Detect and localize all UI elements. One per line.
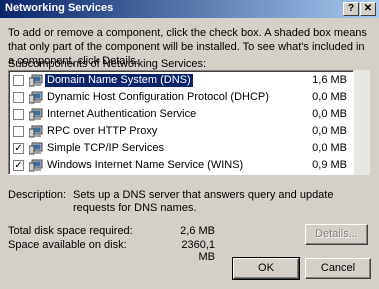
available-disk-value: 2360,1 MB — [181, 239, 215, 263]
available-disk-label: Space available on disk: — [8, 239, 127, 251]
network-component-icon — [28, 159, 43, 172]
network-component-icon — [28, 125, 43, 138]
network-component-icon — [28, 108, 43, 121]
network-component-icon — [28, 74, 43, 87]
component-name: RPC over HTTP Proxy — [47, 125, 158, 137]
component-name: Domain Name System (DNS) — [45, 74, 193, 87]
component-checkbox[interactable] — [13, 109, 24, 120]
component-checkbox[interactable] — [13, 75, 24, 86]
total-disk-value: 2,6 MB — [180, 225, 215, 237]
network-component-icon — [28, 142, 43, 155]
component-checkbox[interactable]: ✓ — [13, 160, 24, 171]
component-name: Dynamic Host Configuration Protocol (DHC… — [47, 91, 269, 103]
component-checkbox[interactable] — [13, 126, 24, 137]
subcomponents-list[interactable]: Domain Name System (DNS) 1,6 MB Dynamic Ho… — [8, 70, 354, 175]
help-button[interactable]: ? — [343, 2, 359, 16]
title-bar[interactable]: Networking Services ? ✕ — [0, 0, 379, 18]
close-button[interactable]: ✕ — [360, 2, 376, 16]
component-checkbox[interactable]: ✓ — [13, 143, 24, 154]
component-checkbox[interactable] — [13, 92, 24, 103]
total-disk-label: Total disk space required: — [8, 225, 133, 237]
component-name: Simple TCP/IP Services — [47, 142, 164, 154]
details-button[interactable]: Details... — [305, 224, 368, 245]
component-size: 0,0 MB — [312, 108, 347, 120]
component-row[interactable]: Domain Name System (DNS) 1,6 MB — [11, 73, 351, 89]
ok-button[interactable]: OK — [232, 257, 300, 280]
cancel-button[interactable]: Cancel — [305, 258, 371, 279]
component-size: 1,6 MB — [312, 74, 347, 86]
component-size: 0,0 MB — [312, 91, 347, 103]
description-text: Sets up a DNS server that answers query … — [73, 189, 334, 214]
component-name: Windows Internet Name Service (WINS) — [47, 159, 244, 171]
subcomponents-label: Subcomponents of Networking Services: — [8, 58, 207, 70]
component-name: Internet Authentication Service — [47, 108, 197, 120]
list-scrollbar[interactable] — [354, 70, 370, 175]
component-size: 0,9 MB — [312, 159, 347, 171]
component-row[interactable]: Internet Authentication Service 0,0 MB — [11, 107, 351, 123]
component-row[interactable]: Dynamic Host Configuration Protocol (DHC… — [11, 90, 351, 106]
component-row[interactable]: ✓ Windows Internet Name Service (WINS) 0,9… — [11, 158, 351, 174]
component-size: 0,0 MB — [312, 125, 347, 137]
component-size: 0,0 MB — [312, 142, 347, 154]
component-row[interactable]: ✓ Simple TCP/IP Services 0,0 MB — [11, 141, 351, 157]
network-component-icon — [28, 91, 43, 104]
component-row[interactable]: RPC over HTTP Proxy 0,0 MB — [11, 124, 351, 140]
description-label: Description: — [8, 189, 67, 201]
window-title: Networking Services — [5, 2, 114, 14]
networking-services-dialog: Networking Services ? ✕ To add or remove… — [0, 0, 379, 289]
